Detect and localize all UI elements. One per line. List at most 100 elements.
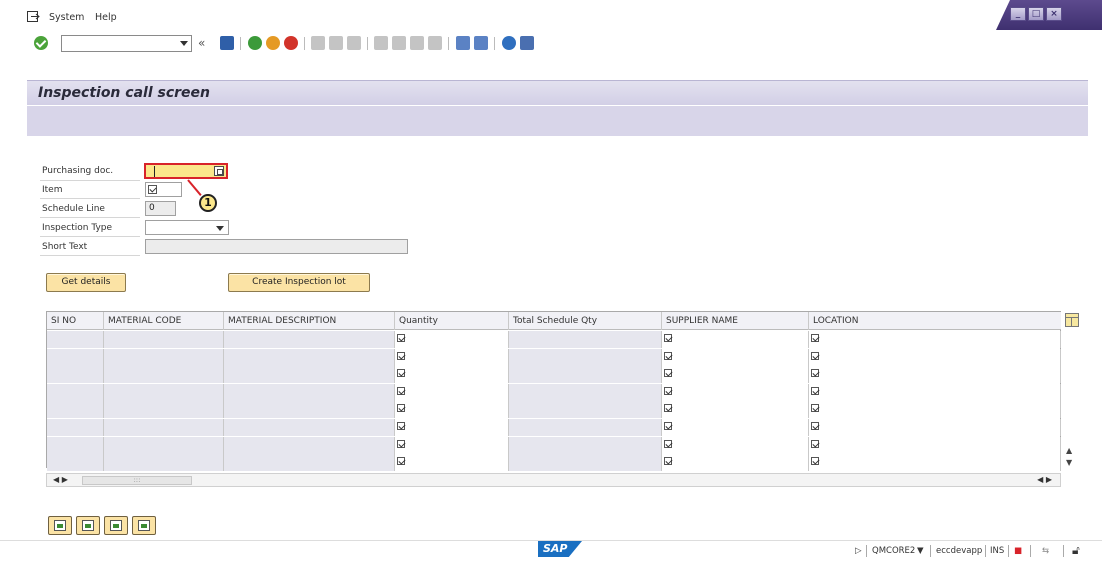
col-header-location[interactable]: LOCATION [809,312,1061,330]
create-inspection-lot-button[interactable]: Create Inspection lot [228,273,370,292]
find-next-icon[interactable] [347,36,361,50]
col-header-supplier-name[interactable]: SUPPLIER NAME [662,312,809,330]
back-icon[interactable] [248,36,262,50]
horizontal-scrollbar[interactable]: ◀ ▶ ::: ◀ ▶ [46,473,1061,487]
menu-exit-icon[interactable] [27,11,40,22]
append-row-button[interactable] [76,516,100,535]
new-session-icon[interactable] [456,36,470,50]
trace-icon[interactable]: ■ [1014,546,1022,556]
table-row [47,366,1061,384]
scroll-down-icon[interactable]: ▼ [1066,458,1072,467]
next-page-icon[interactable] [410,36,424,50]
cell-location[interactable] [809,454,1061,472]
cell-supplier-name[interactable] [662,331,809,348]
value-help-icon[interactable] [214,166,224,176]
checkbox-icon [397,439,405,448]
scroll-up-icon[interactable]: ▲ [1066,446,1072,455]
inspection-type-dropdown[interactable] [145,220,229,235]
maximize-button[interactable]: □ [1028,7,1044,21]
cell-location[interactable] [809,348,1061,366]
copy-row-button[interactable] [132,516,156,535]
text-cursor [154,166,155,177]
cell-location[interactable] [809,331,1061,348]
customize-layout-icon[interactable] [520,36,534,50]
cell-supplier-name[interactable] [662,383,809,401]
chevron-down-icon[interactable]: ▼ [917,546,924,556]
cell-supplier-name[interactable] [662,436,809,454]
cell-supplier-name[interactable] [662,366,809,384]
callout-connector [187,179,202,196]
cell-total-schedule-qty [509,366,662,384]
scroll-left-icon[interactable]: ◀ ▶ [53,475,68,484]
exit-icon[interactable] [266,36,280,50]
cell-supplier-name[interactable] [662,454,809,472]
cell-supplier-name[interactable] [662,348,809,366]
server-name: eccdevapp [936,546,983,556]
play-icon[interactable]: ▷ [855,546,862,556]
layout-icon[interactable]: ⇆ [1042,546,1049,556]
cell-location[interactable] [809,419,1061,436]
menu-help[interactable]: Help [95,12,117,23]
item-field[interactable] [145,182,182,197]
cell-quantity[interactable] [395,401,509,419]
save-icon[interactable] [220,36,234,50]
cell-location[interactable] [809,383,1061,401]
cell-location[interactable] [809,436,1061,454]
cell-supplier-name[interactable] [662,419,809,436]
col-header-material-description[interactable]: MATERIAL DESCRIPTION [224,312,395,330]
cell-quantity[interactable] [395,366,509,384]
previous-page-icon[interactable] [392,36,406,50]
shortcut-icon[interactable] [474,36,488,50]
print-icon[interactable] [311,36,325,50]
enter-check-icon[interactable] [34,36,48,50]
cell-quantity[interactable] [395,331,509,348]
cell-location[interactable] [809,401,1061,419]
cell-quantity[interactable] [395,436,509,454]
col-header-quantity[interactable]: Quantity [395,312,509,330]
command-field[interactable] [61,35,192,52]
chevron-down-icon[interactable] [180,41,188,46]
cell-total-schedule-qty [509,331,662,348]
checkbox-icon [811,351,819,360]
lock-icon[interactable]: 🔓︎ [1072,543,1080,558]
checkbox-icon [664,386,672,395]
checkbox-icon [664,351,672,360]
table-row [47,331,1061,348]
cancel-icon[interactable] [284,36,298,50]
input-mode[interactable]: INS [990,546,1004,556]
first-page-icon[interactable] [374,36,388,50]
purchasing-doc-field[interactable] [144,163,228,179]
cell-quantity[interactable] [395,419,509,436]
cell-location[interactable] [809,366,1061,384]
last-page-icon[interactable] [428,36,442,50]
table-settings-icon[interactable] [1065,313,1079,327]
minimize-button[interactable]: _ [1010,7,1026,21]
cell-material-code [104,331,224,348]
menu-system[interactable]: System [49,12,84,23]
checkbox-icon [811,334,819,342]
schedule-line-field[interactable]: 0 [145,201,176,216]
cell-quantity[interactable] [395,383,509,401]
scroll-thumb[interactable]: ::: [82,476,192,485]
inspection-type-label: Inspection Type [42,223,113,233]
close-button[interactable]: × [1046,7,1062,21]
checkbox-icon [811,404,819,413]
table-row [47,348,1061,366]
delete-row-button[interactable] [104,516,128,535]
help-icon[interactable] [502,36,516,50]
cell-material-description [224,419,395,436]
short-text-label: Short Text [42,242,88,252]
col-header-material-code[interactable]: MATERIAL CODE [104,312,224,330]
scroll-right-icon[interactable]: ◀ ▶ [1037,475,1052,484]
insert-row-button[interactable] [48,516,72,535]
checkbox-icon [811,386,819,395]
cell-quantity[interactable] [395,348,509,366]
cell-quantity[interactable] [395,454,509,472]
get-details-button[interactable]: Get details [46,273,126,292]
find-icon[interactable] [329,36,343,50]
cell-total-schedule-qty [509,401,662,419]
collapse-arrow-icon[interactable]: « [198,36,205,50]
col-header-si-no[interactable]: SI NO [47,312,104,330]
col-header-total-schedule-qty[interactable]: Total Schedule Qty [509,312,662,330]
cell-supplier-name[interactable] [662,401,809,419]
